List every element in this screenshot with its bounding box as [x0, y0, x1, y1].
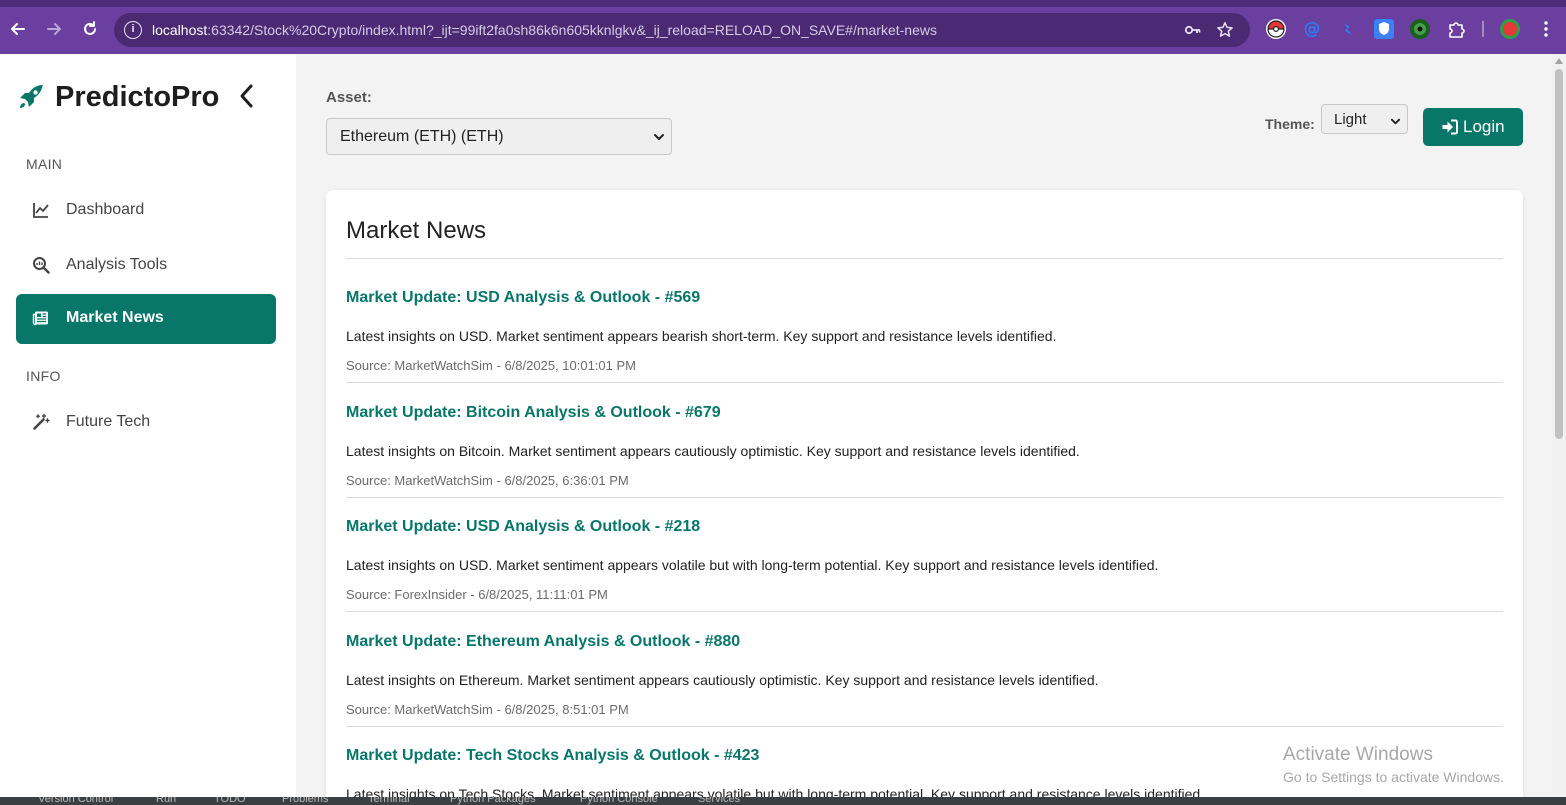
news-title-link[interactable]: Market Update: Ethereum Analysis & Outlo… [346, 633, 740, 651]
scrollbar-thumb[interactable] [1555, 69, 1563, 439]
scroll-up-arrow-icon[interactable] [1555, 58, 1563, 64]
news-description: Latest insights on Bitcoin. Market senti… [346, 443, 1080, 459]
divider [346, 726, 1503, 727]
reload-icon[interactable] [79, 18, 101, 40]
rocket-icon [16, 82, 46, 112]
ide-tab-terminal[interactable]: Terminal [368, 797, 410, 805]
sidebar-item-label: Market News [66, 309, 164, 326]
divider [346, 611, 1503, 612]
sidebar-item-label: Dashboard [66, 201, 145, 218]
section-label-main: MAIN [26, 156, 63, 172]
divider [346, 382, 1503, 383]
collapse-sidebar-chevron-icon[interactable] [236, 82, 258, 110]
toolbar-divider [1482, 21, 1484, 37]
login-label: Login [1463, 117, 1505, 136]
sidebar-item-future-tech[interactable]: Future Tech [16, 398, 276, 448]
key-icon[interactable] [1184, 21, 1202, 39]
chart-line-icon [32, 201, 50, 219]
news-meta: Source: MarketWatchSim - 6/8/2025, 6:36:… [346, 473, 629, 488]
news-meta: Source: MarketWatchSim - 6/8/2025, 10:01… [346, 358, 636, 373]
asset-label: Asset: [326, 89, 372, 106]
ide-tab-run[interactable]: Run [156, 797, 176, 805]
site-info-icon[interactable]: i [124, 21, 142, 39]
market-news-card: Market News Market Update: USD Analysis … [326, 190, 1523, 805]
url-text: localhost:63342/Stock%20Crypto/index.htm… [152, 22, 937, 38]
brand-name: PredictoPro [55, 81, 220, 113]
sidebar-item-label: Future Tech [66, 413, 151, 430]
address-bar[interactable]: i localhost:63342/Stock%20Crypto/index.h… [114, 13, 1250, 47]
ide-tab-services[interactable]: Services [698, 797, 740, 805]
news-title-link[interactable]: Market Update: Bitcoin Analysis & Outloo… [346, 404, 721, 422]
news-description: Latest insights on USD. Market sentiment… [346, 557, 1159, 573]
forward-arrow-icon[interactable] [43, 18, 65, 40]
chevron-down-icon [1390, 114, 1401, 125]
pokeball-extension-icon[interactable] [1266, 19, 1286, 39]
ide-tool-window-bar: Version Control Run TODO Problems Termin… [0, 797, 1566, 805]
ide-tab-version-control[interactable]: Version Control [38, 797, 113, 805]
sidebar-item-analysis-tools[interactable]: Analysis Tools [16, 241, 276, 291]
divider [346, 497, 1503, 498]
blue-extension-icon[interactable] [1338, 19, 1358, 39]
divider [346, 258, 1503, 259]
page-scrollbar[interactable] [1552, 54, 1566, 805]
magic-wand-icon [32, 413, 50, 431]
sidebar-item-market-news[interactable]: Market News [16, 294, 276, 344]
kebab-menu-icon[interactable] [1535, 18, 1557, 40]
page-title: Market News [346, 217, 487, 244]
asset-select-value: Ethereum (ETH) (ETH) [340, 128, 504, 145]
green-extension-icon[interactable] [1410, 19, 1430, 39]
news-description: Latest insights on Ethereum. Market sent… [346, 672, 1099, 688]
magnify-chart-icon [32, 256, 50, 274]
browser-toolbar: i localhost:63342/Stock%20Crypto/index.h… [0, 0, 1566, 54]
profile-avatar[interactable] [1500, 19, 1520, 39]
news-meta: Source: MarketWatchSim - 6/8/2025, 8:51:… [346, 702, 629, 717]
svg-text:@: @ [1304, 19, 1321, 39]
ide-tab-todo[interactable]: TODO [214, 797, 246, 805]
news-title-link[interactable]: Market Update: USD Analysis & Outlook - … [346, 289, 700, 307]
back-arrow-icon[interactable] [7, 18, 29, 40]
newspaper-icon [32, 309, 50, 327]
ide-tab-python-console[interactable]: Python Console [580, 797, 658, 805]
asset-select[interactable]: Ethereum (ETH) (ETH) [326, 118, 672, 155]
theme-label: Theme: [1265, 116, 1315, 132]
sidebar-item-dashboard[interactable]: Dashboard [16, 186, 276, 236]
section-label-info: INFO [26, 368, 61, 384]
sidebar-item-label: Analysis Tools [66, 256, 168, 273]
shield-extension-icon[interactable] [1374, 19, 1394, 39]
login-button[interactable]: Login [1423, 108, 1523, 146]
ide-tab-problems[interactable]: Problems [282, 797, 328, 805]
bookmark-star-icon[interactable] [1216, 21, 1234, 39]
chevron-down-icon [653, 130, 665, 142]
at-sign-extension-icon[interactable]: @ [1302, 19, 1322, 39]
news-description: Latest insights on USD. Market sentiment… [346, 328, 1057, 344]
news-title-link[interactable]: Market Update: Tech Stocks Analysis & Ou… [346, 747, 759, 765]
sign-in-icon [1441, 118, 1459, 136]
ide-tab-python-packages[interactable]: Python Packages [450, 797, 536, 805]
activate-windows-subtitle: Go to Settings to activate Windows. [1283, 769, 1504, 785]
theme-select-value: Light [1334, 111, 1367, 128]
theme-select[interactable]: Light [1321, 104, 1408, 134]
news-meta: Source: ForexInsider - 6/8/2025, 11:11:0… [346, 587, 608, 602]
puzzle-extensions-icon[interactable] [1446, 19, 1466, 39]
sidebar: PredictoPro MAIN Dashboard Analysis Tool… [0, 54, 296, 805]
activate-windows-title: Activate Windows [1283, 744, 1433, 765]
news-title-link[interactable]: Market Update: USD Analysis & Outlook - … [346, 518, 700, 536]
